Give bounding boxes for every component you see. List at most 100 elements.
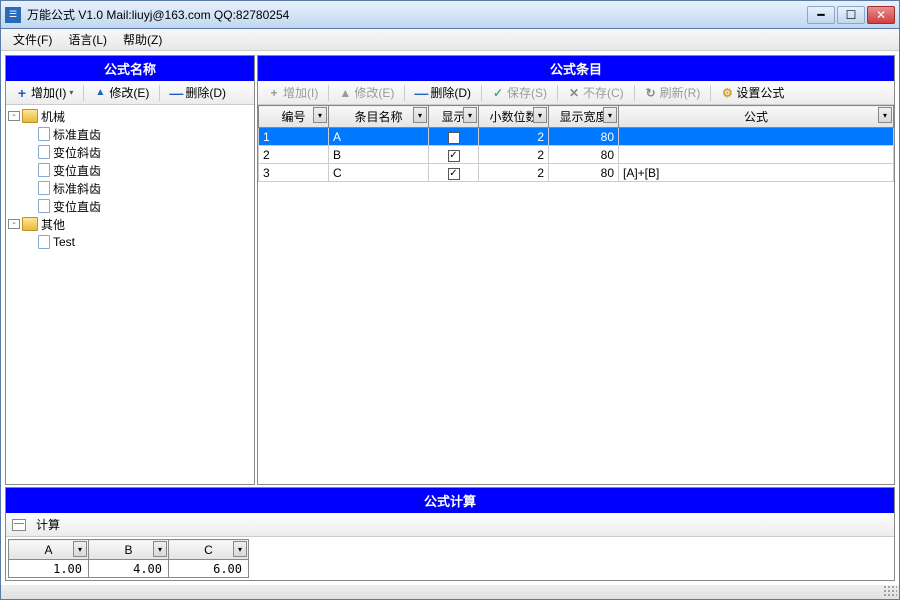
tree-children: 标准直齿 变位斜齿 变位直齿 标准斜齿 变位直齿 [8, 125, 252, 215]
nosave-button[interactable]: ✕不存(C) [562, 81, 630, 104]
calc-value-cell[interactable]: 4.00 [89, 560, 169, 578]
close-button[interactable]: ✕ [867, 6, 895, 24]
maximize-button[interactable]: ☐ [837, 6, 865, 24]
cell-width[interactable]: 80 [549, 164, 619, 182]
filter-dropdown[interactable]: ▾ [153, 541, 167, 557]
tree-node-other[interactable]: - 其他 [8, 215, 252, 233]
cell-show[interactable]: ✓ [429, 146, 479, 164]
calculator-icon [12, 519, 26, 531]
tree-item[interactable]: 变位直齿 [24, 161, 252, 179]
cell-name[interactable]: A [329, 128, 429, 146]
entry-grid-area[interactable]: 编号▾ 条目名称▾ 显示▾ 小数位数▾ 显示宽度▾ 公式▾ 1A✓2802B✓2… [258, 105, 894, 484]
cell-decimals[interactable]: 2 [479, 146, 549, 164]
checkbox[interactable]: ✓ [448, 132, 460, 144]
file-icon [38, 181, 50, 195]
tree-item[interactable]: 标准直齿 [24, 125, 252, 143]
filter-dropdown[interactable]: ▾ [533, 107, 547, 123]
add-button[interactable]: + 增加(I) ▾ [10, 81, 79, 104]
cell-width[interactable]: 80 [549, 146, 619, 164]
cell-show[interactable]: ✓ [429, 128, 479, 146]
col-name[interactable]: 条目名称▾ [329, 106, 429, 128]
tree-node-mechanical[interactable]: - 机械 [8, 107, 252, 125]
cell-id[interactable]: 2 [259, 146, 329, 164]
cell-formula[interactable]: [A]+[B] [619, 164, 894, 182]
filter-dropdown[interactable]: ▾ [463, 107, 477, 123]
cell-formula[interactable] [619, 146, 894, 164]
tree-label: 标准斜齿 [53, 180, 101, 197]
cell-id[interactable]: 1 [259, 128, 329, 146]
tree-item[interactable]: Test [24, 233, 252, 251]
filter-dropdown[interactable]: ▾ [603, 107, 617, 123]
tree-label: Test [53, 235, 75, 249]
cell-name[interactable]: B [329, 146, 429, 164]
table-row[interactable]: 3C ✓ 280[A]+[B] [259, 164, 894, 182]
resize-grip[interactable] [883, 585, 897, 597]
delete-button[interactable]: — 删除(D) [164, 81, 232, 104]
filter-dropdown[interactable]: ▾ [413, 107, 427, 123]
delete-button[interactable]: —删除(D) [409, 81, 477, 104]
edit-label: 修改(E) [109, 84, 149, 101]
separator [710, 85, 711, 101]
add-button[interactable]: +增加(I) [262, 81, 324, 104]
checkbox[interactable]: ✓ [448, 168, 460, 180]
filter-dropdown[interactable]: ▾ [233, 541, 247, 557]
separator [404, 85, 405, 101]
minimize-button[interactable]: ━ [807, 6, 835, 24]
cell-formula[interactable] [619, 128, 894, 146]
menu-file[interactable]: 文件(F) [5, 29, 60, 50]
file-icon [38, 145, 50, 159]
tree-item[interactable]: 变位斜齿 [24, 143, 252, 161]
calc-col-header[interactable]: A▾ [9, 540, 89, 560]
separator [159, 85, 160, 101]
calc-value-row[interactable]: 1.004.006.00 [9, 560, 249, 578]
refresh-button[interactable]: ↻刷新(R) [639, 81, 707, 104]
col-decimals[interactable]: 小数位数▾ [479, 106, 549, 128]
col-id[interactable]: 编号▾ [259, 106, 329, 128]
calc-col-header[interactable]: B▾ [89, 540, 169, 560]
filter-dropdown[interactable]: ▾ [878, 107, 892, 123]
set-formula-button[interactable]: ⚙设置公式 [715, 81, 790, 104]
calc-header-row: A▾B▾C▾ [9, 540, 249, 560]
menu-language[interactable]: 语言(L) [60, 29, 115, 50]
plus-icon: + [16, 87, 28, 99]
expand-icon[interactable]: - [8, 219, 20, 229]
titlebar[interactable]: ☰ 万能公式 V1.0 Mail:liuyj@163.com QQ:827802… [1, 1, 899, 29]
x-icon: ✕ [568, 87, 580, 99]
cell-name[interactable]: C [329, 164, 429, 182]
cell-show[interactable]: ✓ [429, 164, 479, 182]
tree-item[interactable]: 变位直齿 [24, 197, 252, 215]
save-label: 保存(S) [507, 84, 547, 101]
calc-col-header[interactable]: C▾ [169, 540, 249, 560]
cell-decimals[interactable]: 2 [479, 164, 549, 182]
calc-value-cell[interactable]: 6.00 [169, 560, 249, 578]
filter-dropdown[interactable]: ▾ [73, 541, 87, 557]
cell-decimals[interactable]: 2 [479, 128, 549, 146]
edit-button[interactable]: ▲ 修改(E) [88, 81, 155, 104]
tree-label: 机械 [41, 108, 65, 125]
tree-item[interactable]: 标准斜齿 [24, 179, 252, 197]
cell-width[interactable]: 80 [549, 128, 619, 146]
menu-help[interactable]: 帮助(Z) [115, 29, 170, 50]
calc-toolbar: 计算 [6, 513, 894, 537]
chevron-down-icon: ▾ [69, 88, 73, 97]
calc-value-cell[interactable]: 1.00 [9, 560, 89, 578]
calc-grid-area: A▾B▾C▾ 1.004.006.00 [6, 537, 894, 580]
grid-header-row: 编号▾ 条目名称▾ 显示▾ 小数位数▾ 显示宽度▾ 公式▾ [259, 106, 894, 128]
cell-id[interactable]: 3 [259, 164, 329, 182]
table-row[interactable]: 2B✓280 [259, 146, 894, 164]
minus-icon: — [170, 87, 182, 99]
save-button[interactable]: ✓保存(S) [486, 81, 553, 104]
triangle-icon: ▲ [339, 87, 351, 99]
filter-dropdown[interactable]: ▾ [313, 107, 327, 123]
expand-icon[interactable]: - [8, 111, 20, 121]
tree-children: Test [8, 233, 252, 251]
table-row[interactable]: 1A ✓ 280 [259, 128, 894, 146]
checkbox[interactable]: ✓ [448, 150, 460, 162]
entry-grid: 编号▾ 条目名称▾ 显示▾ 小数位数▾ 显示宽度▾ 公式▾ 1A✓2802B✓2… [258, 105, 894, 182]
col-show[interactable]: 显示▾ [429, 106, 479, 128]
calculate-button[interactable]: 计算 [30, 513, 66, 536]
col-width[interactable]: 显示宽度▾ [549, 106, 619, 128]
formula-tree[interactable]: - 机械 标准直齿 变位斜齿 变位直齿 标准斜齿 变位直齿 - 其他 [6, 105, 254, 484]
col-formula[interactable]: 公式▾ [619, 106, 894, 128]
edit-button[interactable]: ▲修改(E) [333, 81, 400, 104]
